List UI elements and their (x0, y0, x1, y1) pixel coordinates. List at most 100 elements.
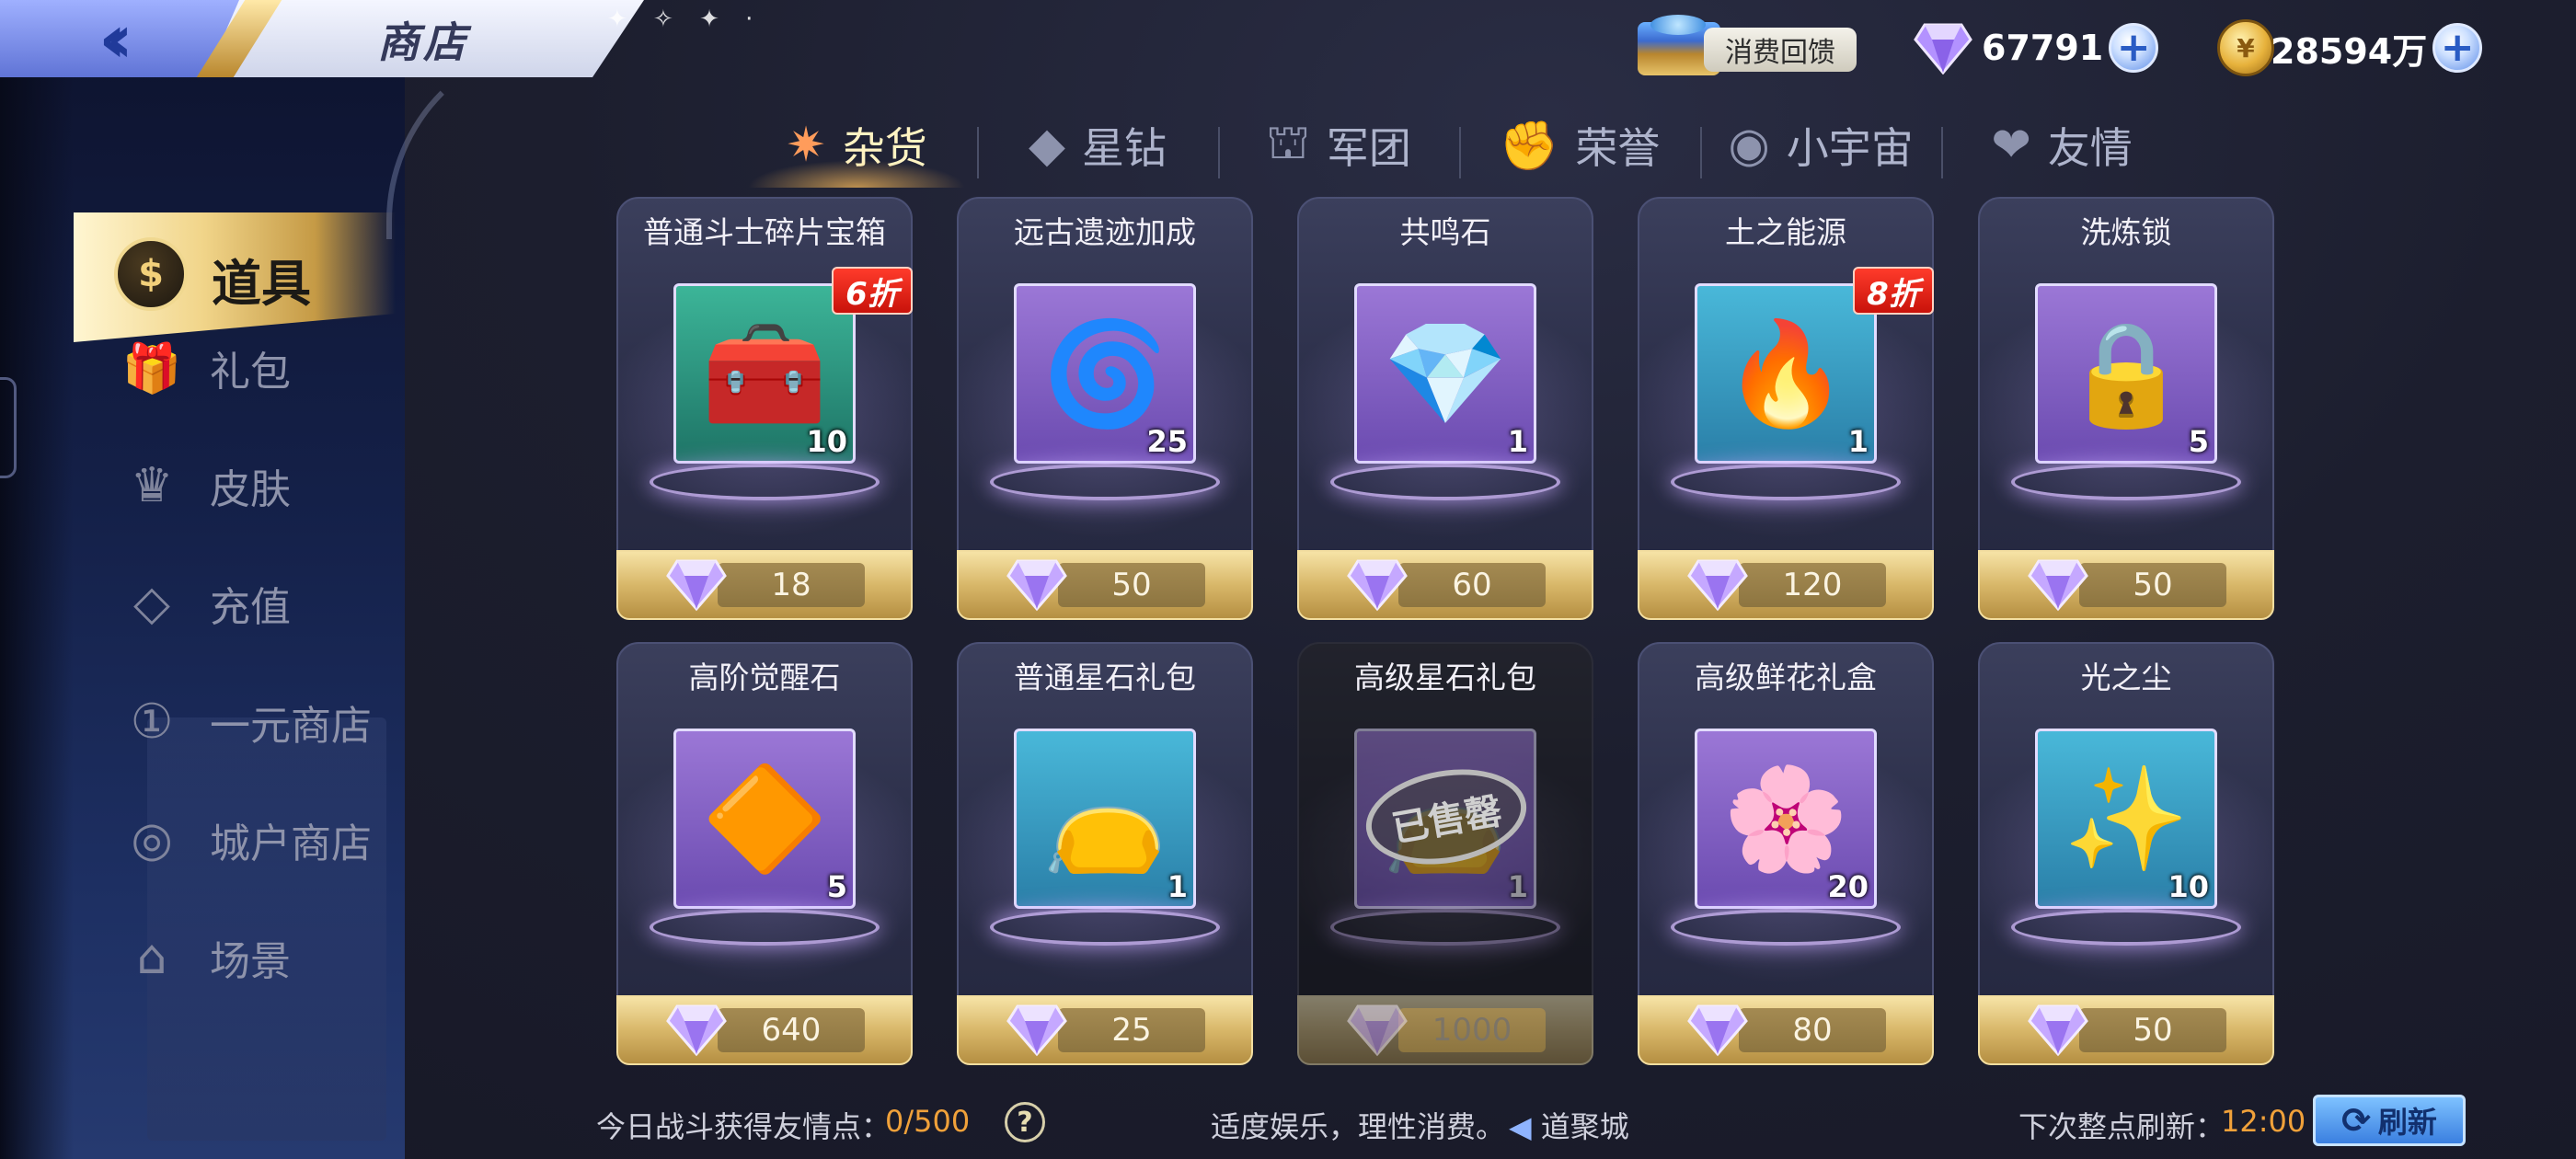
item-quantity: 5 (2188, 424, 2209, 459)
item-image: 🔶 5 (673, 729, 856, 909)
item-name: 高级鲜花礼盒 (1695, 660, 1877, 695)
item-quantity: 10 (2168, 869, 2209, 904)
item-price: 80 (1792, 1012, 1833, 1049)
discount-badge: 6折 (832, 267, 913, 315)
item-price: 1000 (1432, 1012, 1512, 1049)
sidebar-item-label: 充值 (210, 584, 291, 631)
helmet-icon: ♛ (130, 458, 174, 513)
spending-feedback-button[interactable]: 消费回馈 (1638, 15, 1858, 77)
sidebar-item-gift-pack[interactable]: 🎁 礼包 (120, 336, 291, 400)
item-glow-ring (1671, 464, 1901, 500)
sidebar-item-one-yuan-shop[interactable]: ① 一元商店 (120, 690, 372, 754)
item-name: 普通斗士碎片宝箱 (643, 214, 886, 250)
shop-item-card[interactable]: 普通星石礼包 👝 1 25 (957, 642, 1253, 1065)
tab-honor[interactable]: ✊ 荣誉 (1459, 103, 1700, 188)
item-quantity: 25 (1146, 424, 1188, 459)
item-glow-ring (1330, 464, 1560, 500)
item-price: 25 (1111, 1012, 1152, 1049)
sidebar-item-label: 道具 (212, 255, 311, 313)
coin-amount: 28594万 (2271, 30, 2428, 72)
item-image: ✨ 10 (2035, 729, 2217, 909)
tab-cosmo[interactable]: ◉ 小宇宙 (1700, 103, 1941, 188)
item-price: 640 (761, 1012, 822, 1049)
shop-item-card[interactable]: 共鸣石 💎 1 60 (1297, 197, 1593, 620)
shop-item-card[interactable]: 高阶觉醒石 🔶 5 640 (616, 642, 913, 1065)
tab-label: 荣誉 (1575, 123, 1661, 173)
refresh-label: 刷新 (2377, 1105, 2437, 1140)
shop-item-card[interactable]: 高级星石礼包👝1已售罄1000 (1297, 642, 1593, 1065)
tab-label: 杂货 (842, 123, 927, 173)
item-art-icon: 🔶 (701, 760, 828, 878)
item-quantity: 1 (1167, 869, 1188, 904)
item-quantity: 1 (1507, 869, 1528, 904)
shop-item-card[interactable]: 土之能源 🔥 1 8折 120 (1638, 197, 1934, 620)
shop-item-card[interactable]: 高级鲜花礼盒 🌸 20 80 (1638, 642, 1934, 1065)
item-art-icon: 🌸 (1722, 760, 1849, 878)
add-gems-button[interactable]: + (2109, 23, 2159, 73)
item-image: 🔥 1 (1695, 283, 1877, 464)
discount-badge: 8折 (1853, 267, 1934, 315)
item-price: 120 (1782, 567, 1843, 603)
star-burst-icon: ✷ (786, 118, 826, 173)
item-art-icon: 🔒 (2063, 315, 2190, 432)
sidebar-item-items[interactable]: $ 道具 (74, 212, 396, 342)
item-glow-ring (990, 464, 1220, 500)
tab-groceries[interactable]: ✷ 杂货 (736, 103, 977, 188)
help-button[interactable]: ? (1005, 1102, 1045, 1142)
responsible-gaming-notice: 适度娱乐，理性消费。 (1211, 1109, 1506, 1144)
item-price: 60 (1452, 567, 1492, 603)
refresh-button[interactable]: ⟳ 刷新 (2313, 1095, 2466, 1146)
emblem-icon: ◎ (131, 812, 173, 867)
item-image: 💎 1 (1354, 283, 1536, 464)
temple-icon: ⌂ (136, 930, 167, 985)
fist-icon: ✊ (1499, 118, 1559, 174)
spending-feedback-label: 消费回馈 (1704, 28, 1857, 72)
sidebar-item-label: 礼包 (210, 349, 291, 396)
tab-legion[interactable]: ⛫ 军团 (1218, 103, 1459, 188)
shop-screen: ‹‹ 商店 ✦ ✧ ✦ · 消费回馈 67791 + ¥ 28594万 + ✷ … (0, 0, 2576, 1159)
sidebar-item-recharge[interactable]: ◇ 充值 (120, 571, 291, 636)
item-price: 50 (1111, 567, 1152, 603)
shop-item-card[interactable]: 远古遗迹加成 🌀 25 50 (957, 197, 1253, 620)
shop-item-card[interactable]: 光之尘 ✨ 10 50 (1978, 642, 2274, 1065)
item-art-icon: 🔥 (1722, 315, 1849, 432)
item-glow-ring (2011, 909, 2241, 946)
item-art-icon: 👝 (1041, 760, 1168, 878)
item-quantity: 5 (826, 869, 847, 904)
item-art-icon: 🧰 (701, 315, 828, 432)
shop-item-card[interactable]: 洗炼锁 🔒 5 50 (1978, 197, 2274, 620)
diamond-icon (1914, 21, 1972, 75)
item-quantity: 20 (1827, 869, 1869, 904)
daojucheng-logo-icon: ◀ (1509, 1109, 1541, 1144)
shop-item-card[interactable]: 普通斗士碎片宝箱 🧰 10 6折 18 (616, 197, 913, 620)
item-name: 光之尘 (2080, 660, 2172, 695)
daojucheng-link[interactable]: ◀ 道聚城 (1509, 1104, 1629, 1146)
item-glow-ring (2011, 464, 2241, 500)
gift-icon: 🎁 (121, 340, 182, 396)
gem-currency: 67791 + (1914, 20, 2159, 75)
item-image: 🌸 20 (1695, 729, 1877, 909)
sidebar-item-skins[interactable]: ♛ 皮肤 (120, 453, 291, 518)
sidebar-item-scene[interactable]: ⌂ 场景 (120, 925, 291, 990)
item-art-icon: 🌀 (1041, 315, 1168, 432)
tab-friendship[interactable]: ❤ 友情 (1941, 103, 2182, 188)
diamond-icon: ◇ (133, 576, 170, 631)
friend-points-value: 0/500 (885, 1104, 971, 1139)
item-image: 🔒 5 (2035, 283, 2217, 464)
item-quantity: 1 (1847, 424, 1869, 459)
item-image: 🧰 10 (673, 283, 856, 464)
sidebar-item-kido-shop[interactable]: ◎ 城户商店 (120, 808, 372, 872)
coin-currency: ¥ 28594万 + (2217, 19, 2483, 76)
item-quantity: 10 (806, 424, 847, 459)
item-name: 普通星石礼包 (1014, 660, 1196, 695)
tab-star-diamond[interactable]: ◆ 星钻 (977, 103, 1218, 188)
add-coins-button[interactable]: + (2432, 23, 2483, 73)
item-name: 远古遗迹加成 (1014, 214, 1196, 250)
double-chevron-left-icon: ‹‹ (98, 0, 133, 77)
item-art-icon: ✨ (2063, 760, 2190, 878)
tab-label: 军团 (1326, 123, 1411, 173)
item-glow-ring (1671, 909, 1901, 946)
hearts-icon: ❤ (1991, 118, 2031, 173)
sidebar-item-label: 场景 (210, 938, 291, 985)
diamond-outline-icon: ◆ (1029, 118, 1065, 173)
